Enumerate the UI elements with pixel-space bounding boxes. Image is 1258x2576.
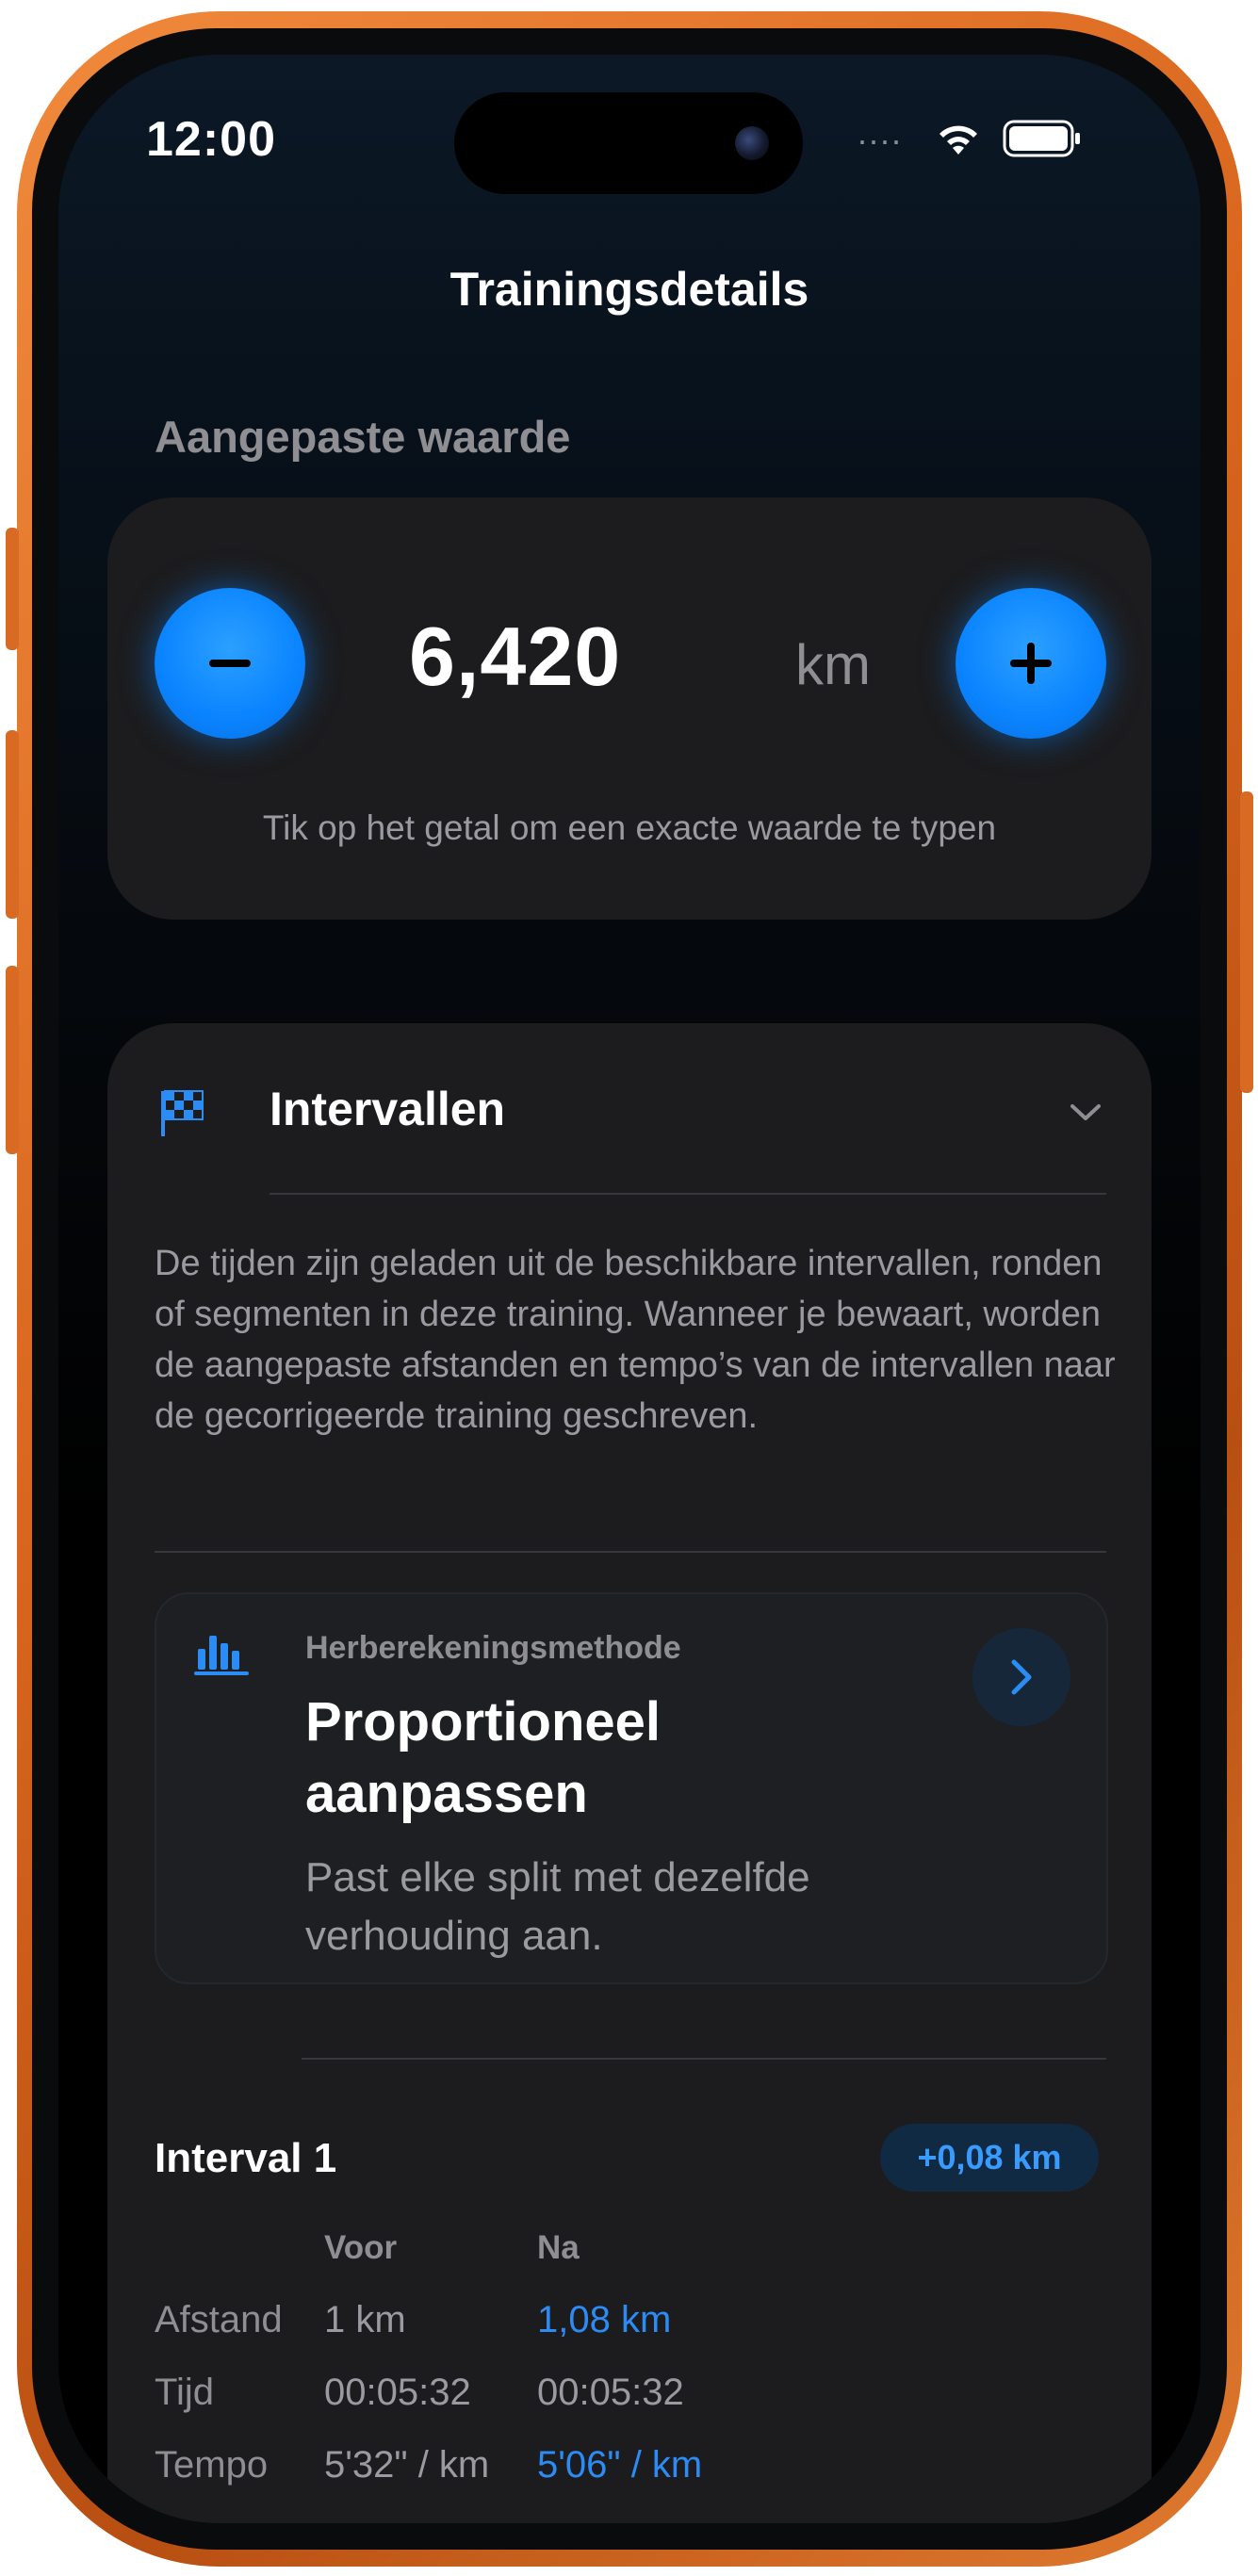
- interval-name: Interval 1: [155, 2135, 337, 2181]
- power-button: [1240, 791, 1253, 1093]
- recalculation-method-card[interactable]: Herberekeningsmethode Proportioneel aanp…: [155, 1592, 1108, 1984]
- bar-chart-icon: [194, 1636, 249, 1675]
- time-before: 00:05:32: [324, 2372, 471, 2413]
- time-after: 00:05:32: [537, 2372, 684, 2413]
- distance-after: 1,08 km: [537, 2299, 672, 2340]
- method-title: Proportioneel aanpassen: [305, 1691, 662, 1824]
- method-open-button[interactable]: [972, 1628, 1070, 1726]
- intervals-header-divider: [270, 1193, 1106, 1195]
- intervals-title: Intervallen: [270, 1083, 506, 1135]
- distance-before: 1 km: [324, 2299, 406, 2340]
- volume-down-button: [6, 966, 19, 1154]
- front-camera-icon: [735, 126, 769, 160]
- method-description: Past elke split met dezelfde verhouding …: [305, 1854, 810, 1959]
- checkered-flag-icon: [161, 1090, 204, 1136]
- intervals-card: Intervallen De tijden zijn geladen uit d…: [107, 1023, 1152, 2523]
- row-label-pace: Tempo: [155, 2444, 269, 2486]
- dynamic-island: [454, 92, 803, 194]
- wifi-icon: [939, 125, 977, 155]
- adjusted-value-card: 6,420 km Tik op het getal om een exacte …: [107, 497, 1152, 920]
- screen: 12:00 .... Trainingsdetails Aangepaste w…: [58, 55, 1201, 2523]
- description-divider: [155, 1551, 1106, 1553]
- adjusted-value-label: Aangepaste waarde: [155, 412, 571, 462]
- minus-icon: [209, 660, 251, 667]
- intervals-description: De tijden zijn geladen uit de beschikbar…: [155, 1244, 1116, 1436]
- column-header-before: Voor: [324, 2229, 398, 2266]
- plus-icon: [1010, 643, 1052, 684]
- pace-before: 5'32" / km: [324, 2444, 490, 2486]
- distance-value[interactable]: 6,420: [409, 609, 621, 705]
- column-header-after: Na: [537, 2229, 580, 2266]
- chevron-down-icon[interactable]: [1069, 1101, 1103, 1123]
- row-label-time: Tijd: [155, 2372, 214, 2413]
- cellular-signal-icon: ....: [858, 113, 904, 152]
- chevron-right-icon: [1011, 1659, 1032, 1695]
- method-kicker: Herberekeningsmethode: [305, 1630, 681, 1666]
- distance-unit: km: [795, 633, 871, 696]
- action-button: [6, 528, 19, 650]
- increment-button[interactable]: [956, 588, 1106, 739]
- volume-up-button: [6, 730, 19, 919]
- pace-after: 5'06" / km: [537, 2444, 703, 2486]
- decrement-button[interactable]: [155, 588, 305, 739]
- row-label-distance: Afstand: [155, 2299, 283, 2340]
- interval-delta-badge: +0,08 km: [880, 2124, 1099, 2192]
- status-time: 12:00: [146, 112, 276, 167]
- page-title: Trainingsdetails: [449, 263, 809, 316]
- battery-icon: [1003, 120, 1080, 157]
- value-hint: Tik op het getal om een exacte waarde te…: [262, 808, 997, 847]
- method-divider: [302, 2058, 1106, 2060]
